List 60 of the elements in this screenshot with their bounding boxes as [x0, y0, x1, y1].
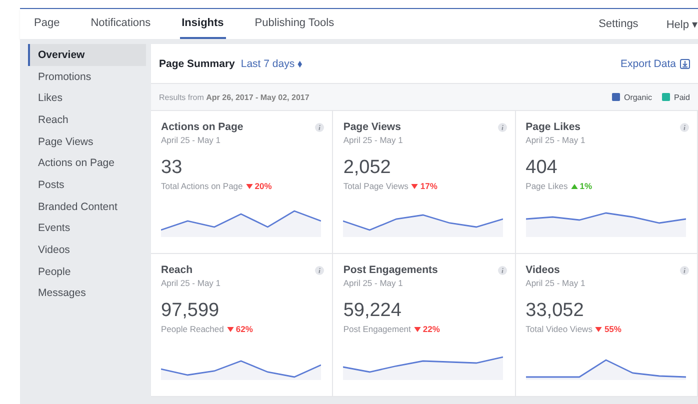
sidebar-item[interactable]: Promotions — [28, 66, 146, 88]
export-link[interactable]: Export Data — [620, 58, 676, 70]
change-percent: 17% — [420, 181, 438, 191]
card-title: Reach — [161, 264, 193, 276]
sidebar-item[interactable]: Messages — [28, 282, 146, 304]
metric-caption: Page Likes — [526, 181, 568, 191]
info-icon[interactable] — [680, 122, 689, 132]
info-icon[interactable] — [315, 122, 324, 132]
date-range: April 25 - May 1 — [161, 135, 222, 145]
metric-value: 59,224 — [343, 300, 402, 322]
change-percent: 20% — [254, 181, 272, 191]
metric-value: 2,052 — [343, 157, 392, 179]
card-title: Page Views — [343, 121, 401, 133]
sidebar-item[interactable]: Reach — [28, 109, 146, 131]
change-percent: 22% — [422, 324, 440, 334]
date-range: April 25 - May 1 — [161, 278, 222, 288]
metric-caption: People Reached — [161, 324, 224, 334]
nav-tab[interactable]: Publishing Tools — [252, 9, 336, 39]
card-title: Videos — [526, 264, 560, 276]
legend-label: Paid — [674, 92, 690, 102]
info-icon[interactable] — [315, 266, 324, 274]
info-icon[interactable] — [498, 266, 507, 274]
date-range: April 25 - May 1 — [343, 278, 404, 288]
metric-caption: Total Page Views — [343, 181, 408, 191]
info-icon[interactable] — [498, 122, 507, 132]
sidebar-item[interactable]: Posts — [28, 174, 146, 196]
legend-label: Organic — [624, 92, 652, 102]
metric-caption: Total Video Views — [526, 324, 592, 334]
change-percent: 62% — [236, 324, 253, 334]
nav-link[interactable]: Help ▾ — [666, 9, 698, 39]
sidebar-item[interactable]: Branded Content — [28, 196, 146, 218]
change-percent: 1% — [580, 181, 592, 191]
period-dropdown[interactable]: Last 7 days ⬧ — [240, 58, 302, 70]
sidebar-item[interactable]: People — [28, 260, 146, 283]
nav-link[interactable]: Settings — [598, 9, 638, 39]
nav-tab[interactable]: Page — [32, 9, 62, 39]
metric-caption: Total Actions on Page — [161, 181, 243, 191]
sidebar-item[interactable]: Likes — [28, 87, 146, 110]
metric-value: 33,052 — [526, 300, 585, 322]
panel-title: Page Summary — [159, 58, 235, 70]
card-title: Post Engagements — [343, 264, 438, 276]
download-icon[interactable] — [680, 58, 690, 68]
sidebar-item[interactable]: Actions on Page — [28, 152, 146, 174]
results-range: Results from Apr 26, 2017 - May 02, 2017 — [159, 92, 310, 102]
metric-value: 33 — [161, 157, 184, 179]
date-range: April 25 - May 1 — [343, 135, 404, 145]
metric-value: 404 — [526, 157, 558, 179]
metric-caption: Post Engagement — [343, 324, 411, 334]
date-range: April 25 - May 1 — [526, 278, 586, 288]
change-percent: 55% — [604, 324, 622, 334]
sidebar-item[interactable]: Videos — [28, 239, 146, 261]
nav-tab[interactable]: Notifications — [88, 9, 153, 39]
sidebar-item[interactable]: Overview — [28, 44, 146, 66]
card-title: Page Likes — [526, 121, 581, 133]
info-icon[interactable] — [680, 266, 689, 274]
metric-value: 97,599 — [161, 300, 220, 322]
date-range: April 25 - May 1 — [526, 135, 586, 145]
sidebar-item[interactable]: Page Views — [28, 130, 146, 152]
card-title: Actions on Page — [161, 121, 244, 133]
sidebar-item[interactable]: Events — [28, 218, 146, 240]
